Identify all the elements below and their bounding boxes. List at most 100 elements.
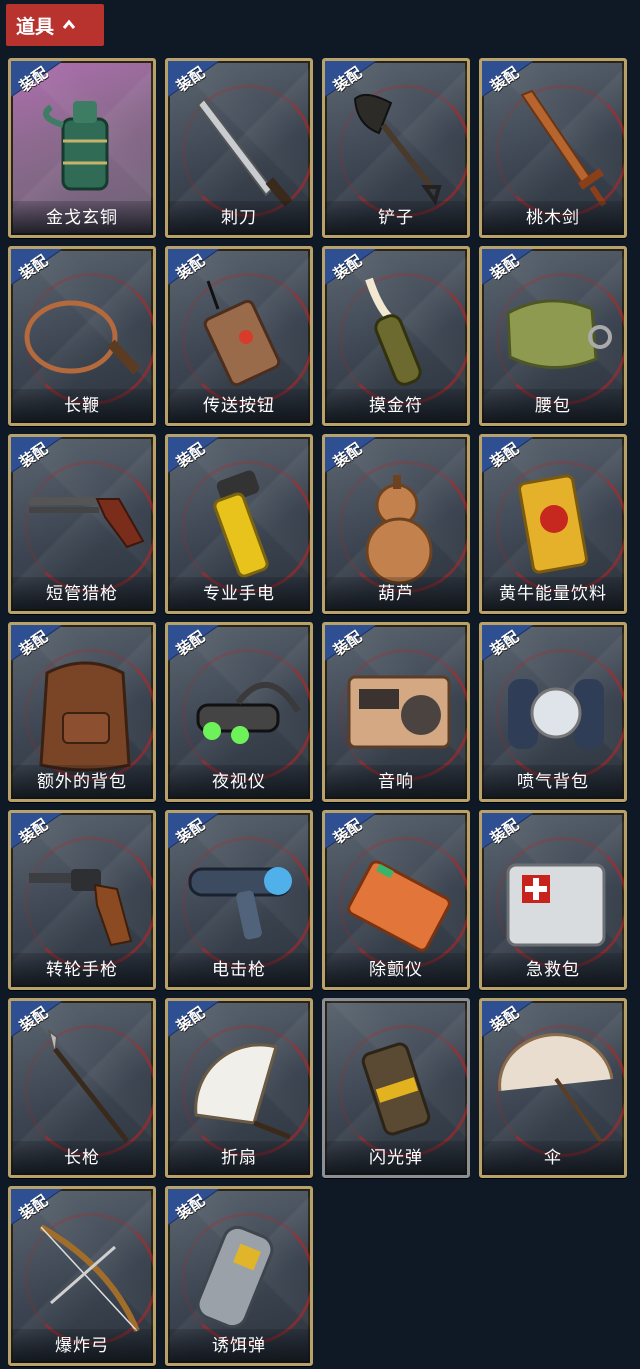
item-name: 铲子 (325, 201, 467, 235)
equip-badge-label: 装配 (330, 439, 366, 472)
equip-badge-label: 装配 (16, 251, 52, 284)
item-card[interactable]: 装配诱饵弹 (165, 1186, 313, 1366)
equip-badge-label: 装配 (487, 627, 523, 660)
item-card[interactable]: 装配葫芦 (322, 434, 470, 614)
item-name: 长鞭 (11, 389, 153, 423)
item-card[interactable]: 装配转轮手枪 (8, 810, 156, 990)
item-name: 急救包 (482, 953, 624, 987)
item-name: 黄牛能量饮料 (482, 577, 624, 611)
item-card[interactable]: 闪光弹 (322, 998, 470, 1178)
equip-badge-label: 装配 (16, 627, 52, 660)
equip-badge-label: 装配 (487, 63, 523, 96)
equip-badge: 装配 (325, 813, 399, 851)
equip-badge-label: 装配 (487, 815, 523, 848)
equip-badge-label: 装配 (487, 439, 523, 472)
equip-badge-label: 装配 (16, 1003, 52, 1036)
item-name: 伞 (482, 1141, 624, 1175)
item-card[interactable]: 装配 爆炸弓 (8, 1186, 156, 1366)
item-name: 专业手电 (168, 577, 310, 611)
equip-badge: 装配 (325, 61, 399, 99)
equip-badge: 装配 (168, 1001, 242, 1039)
item-name: 夜视仪 (168, 765, 310, 799)
item-card[interactable]: 装配喷气背包 (479, 622, 627, 802)
item-name: 腰包 (482, 389, 624, 423)
equip-badge: 装配 (482, 249, 556, 287)
equip-badge-label: 装配 (173, 1003, 209, 1036)
item-name: 转轮手枪 (11, 953, 153, 987)
equip-badge-label: 装配 (330, 63, 366, 96)
item-name: 闪光弹 (325, 1141, 467, 1175)
item-name: 电击枪 (168, 953, 310, 987)
item-card[interactable]: 装配摸金符 (322, 246, 470, 426)
equip-badge: 装配 (325, 437, 399, 475)
item-name: 葫芦 (325, 577, 467, 611)
equip-badge-label: 装配 (330, 815, 366, 848)
item-name: 长枪 (11, 1141, 153, 1175)
item-card[interactable]: 装配长枪 (8, 998, 156, 1178)
equip-badge-label: 装配 (173, 627, 209, 660)
equip-badge: 装配 (168, 437, 242, 475)
equip-badge: 装配 (325, 249, 399, 287)
equip-badge: 装配 (168, 625, 242, 663)
equip-badge-label: 装配 (16, 439, 52, 472)
equip-badge: 装配 (168, 249, 242, 287)
item-card[interactable]: 装配夜视仪 (165, 622, 313, 802)
item-card[interactable]: 装配传送按钮 (165, 246, 313, 426)
equip-badge: 装配 (168, 61, 242, 99)
item-card[interactable]: 装配刺刀 (165, 58, 313, 238)
equip-badge: 装配 (11, 1189, 85, 1227)
item-card[interactable]: 装配铲子 (322, 58, 470, 238)
equip-badge: 装配 (482, 1001, 556, 1039)
equip-badge-label: 装配 (487, 251, 523, 284)
item-card[interactable]: 装配长鞭 (8, 246, 156, 426)
equip-badge: 装配 (11, 249, 85, 287)
item-card[interactable]: 装配桃木剑 (479, 58, 627, 238)
item-name: 短管猎枪 (11, 577, 153, 611)
item-name: 刺刀 (168, 201, 310, 235)
equip-badge: 装配 (11, 625, 85, 663)
equip-badge-label: 装配 (173, 1191, 209, 1224)
equip-badge: 装配 (168, 1189, 242, 1227)
item-name: 摸金符 (325, 389, 467, 423)
item-card[interactable]: 装配额外的背包 (8, 622, 156, 802)
flashbang-icon (361, 1042, 431, 1136)
item-name: 音响 (325, 765, 467, 799)
item-name: 金戈玄铜 (11, 201, 153, 235)
equip-badge-label: 装配 (16, 63, 52, 96)
item-grid: 装配 金戈玄铜 装配 刺刀 装配 铲子 装配 桃木剑 装配 长鞭 装配 传送按钮 装配 摸金符 装配 腰包 装配… (0, 0, 640, 1369)
item-name: 桃木剑 (482, 201, 624, 235)
item-card[interactable]: 装配短管猎枪 (8, 434, 156, 614)
item-name: 诱饵弹 (168, 1329, 310, 1363)
equip-badge: 装配 (325, 625, 399, 663)
equip-badge: 装配 (11, 437, 85, 475)
equip-badge: 装配 (168, 813, 242, 851)
equip-badge-label: 装配 (173, 815, 209, 848)
equip-badge: 装配 (11, 1001, 85, 1039)
item-card[interactable]: 装配金戈玄铜 (8, 58, 156, 238)
equip-badge-label: 装配 (173, 251, 209, 284)
equip-badge-label: 装配 (16, 815, 52, 848)
equip-badge-label: 装配 (330, 627, 366, 660)
item-name: 折扇 (168, 1141, 310, 1175)
equip-badge-label: 装配 (173, 439, 209, 472)
item-name: 额外的背包 (11, 765, 153, 799)
equip-badge-label: 装配 (173, 63, 209, 96)
item-card[interactable]: 装配音响 (322, 622, 470, 802)
item-card[interactable]: 装配电击枪 (165, 810, 313, 990)
equip-badge-label: 装配 (487, 1003, 523, 1036)
equip-badge: 装配 (11, 61, 85, 99)
item-card[interactable]: 装配急救包 (479, 810, 627, 990)
item-name: 传送按钮 (168, 389, 310, 423)
equip-badge: 装配 (482, 437, 556, 475)
item-name: 喷气背包 (482, 765, 624, 799)
item-card[interactable]: 装配伞 (479, 998, 627, 1178)
equip-badge: 装配 (11, 813, 85, 851)
item-card[interactable]: 装配黄牛能量饮料 (479, 434, 627, 614)
item-card[interactable]: 装配腰包 (479, 246, 627, 426)
equip-badge-label: 装配 (330, 251, 366, 284)
equip-badge: 装配 (482, 813, 556, 851)
item-card[interactable]: 装配专业手电 (165, 434, 313, 614)
item-card[interactable]: 装配折扇 (165, 998, 313, 1178)
item-card[interactable]: 装配 除颤仪 (322, 810, 470, 990)
equip-badge: 装配 (482, 61, 556, 99)
